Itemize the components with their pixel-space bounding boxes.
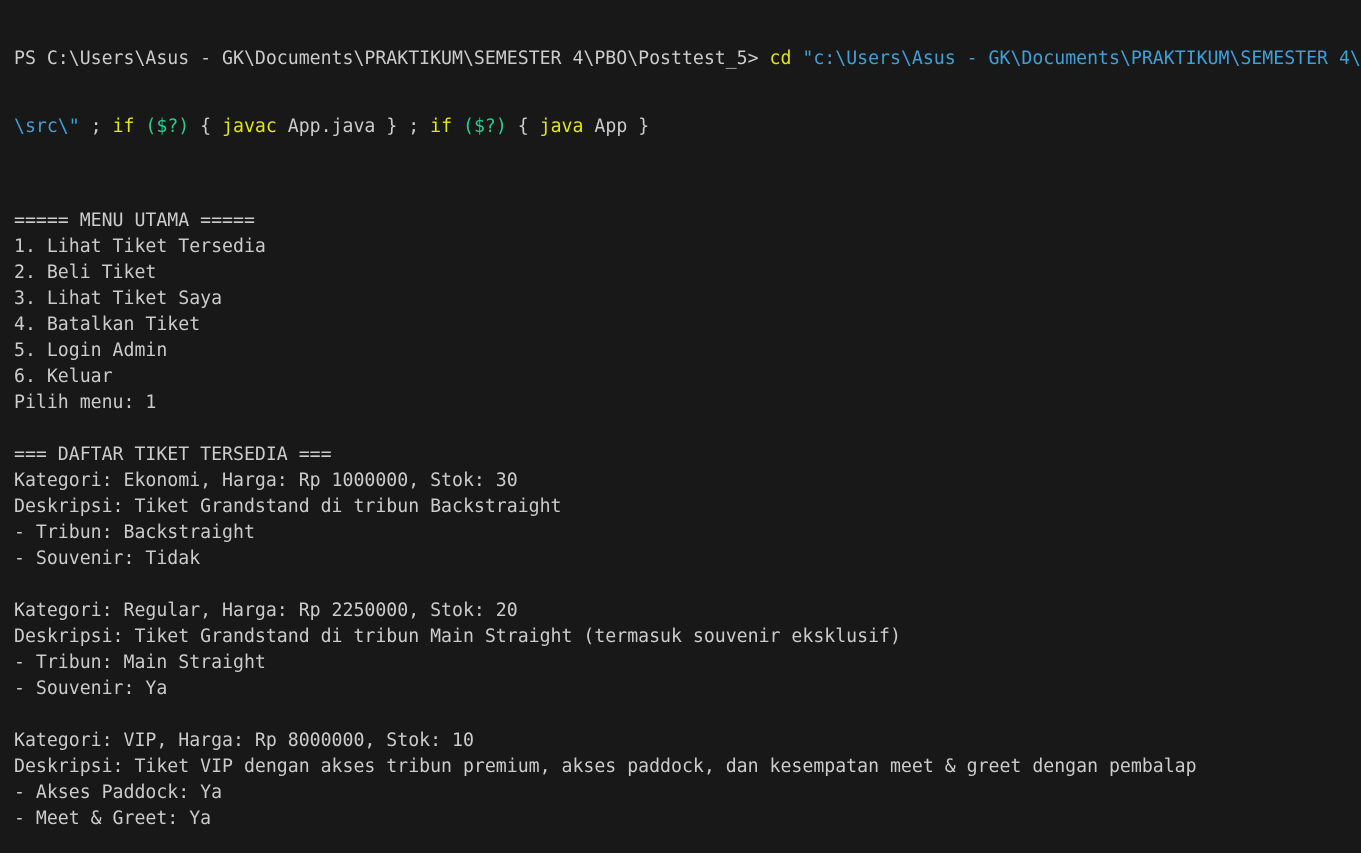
if-keyword: if	[430, 116, 453, 137]
output-line: Deskripsi: Tiket Grandstand di tribun Ba…	[14, 496, 562, 517]
separator: ;	[79, 116, 113, 137]
brace: {	[200, 116, 223, 137]
output-line: - Meet & Greet: Ya	[14, 808, 212, 829]
output-line: - Akses Paddock: Ya	[14, 782, 223, 803]
output-line: Deskripsi: Tiket Grandstand di tribun Ma…	[14, 626, 901, 647]
output-line: Kategori: Regular, Harga: Rp 2250000, St…	[14, 600, 518, 621]
javac-argument: App.java }	[276, 116, 398, 137]
java-command: java	[539, 116, 584, 137]
output-line: 2. Beli Tiket	[14, 262, 157, 283]
output-line: Deskripsi: Tiket VIP dengan akses tribun…	[14, 756, 1197, 777]
output-line: 1. Lihat Tiket Tersedia	[14, 236, 266, 257]
output-line: ===== MENU UTAMA =====	[14, 210, 255, 231]
ps-prompt: PS C:\Users\Asus - GK\Documents\PRAKTIKU…	[14, 48, 770, 69]
condition: ($?)	[134, 116, 201, 137]
output-line: 5. Login Admin	[14, 340, 168, 361]
cd-path-string: "c:\Users\Asus - GK\Documents\PRAKTIKUM\…	[791, 48, 1361, 69]
output-line: Pilih menu: 1	[14, 392, 157, 413]
java-argument: App }	[583, 116, 650, 137]
prompt-line-1: PS C:\Users\Asus - GK\Documents\PRAKTIKU…	[14, 46, 1361, 72]
output-line: 3. Lihat Tiket Saya	[14, 288, 223, 309]
output-line: Kategori: VIP, Harga: Rp 8000000, Stok: …	[14, 730, 474, 751]
output-line: - Tribun: Main Straight	[14, 652, 266, 673]
output-line: Kategori: Ekonomi, Harga: Rp 1000000, St…	[14, 470, 518, 491]
if-keyword: if	[112, 116, 135, 137]
cd-command: cd	[769, 48, 792, 69]
output-line: - Tribun: Backstraight	[14, 522, 255, 543]
cd-path-string-cont: \src\"	[14, 116, 80, 137]
output-line: 4. Batalkan Tiket	[14, 314, 201, 335]
output-line: === DAFTAR TIKET TERSEDIA ===	[14, 444, 332, 465]
output-line: 6. Keluar	[14, 366, 113, 387]
brace: {	[517, 116, 540, 137]
output-line: - Souvenir: Tidak	[14, 548, 201, 569]
condition: ($?)	[452, 116, 518, 137]
javac-command: javac	[222, 116, 277, 137]
terminal-output[interactable]: PS C:\Users\Asus - GK\Documents\PRAKTIKU…	[14, 4, 1361, 853]
separator: ;	[397, 116, 431, 137]
prompt-line-2: \src\" ; if ($?) { javac App.java } ; if…	[14, 114, 1361, 140]
program-output: ===== MENU UTAMA ===== 1. Lihat Tiket Ter…	[14, 182, 1361, 832]
output-line: - Souvenir: Ya	[14, 678, 168, 699]
